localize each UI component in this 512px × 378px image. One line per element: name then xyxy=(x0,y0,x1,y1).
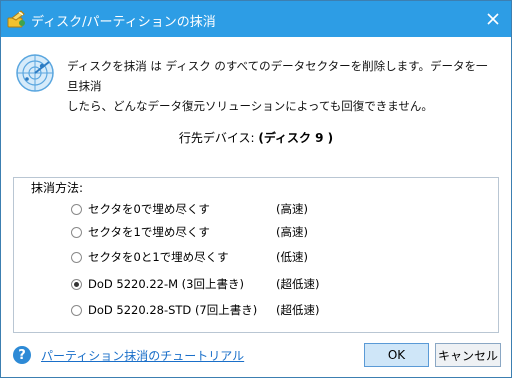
radio-button[interactable] xyxy=(71,251,82,263)
wipe-icon xyxy=(7,9,27,29)
option-speed: (高速) xyxy=(276,225,308,239)
title-bar[interactable]: ディスク/パーティションの抹消 xyxy=(1,1,511,37)
wipe-option-dod-5220-22-m[interactable]: DoD 5220.22-M (3回上書き) (超低速) xyxy=(71,275,319,293)
wipe-option-fill-0-and-1[interactable]: セクタを0と1で埋め尽くす (低速) xyxy=(71,248,308,266)
option-label: DoD 5220.28-STD (7回上書き) xyxy=(88,303,258,317)
cancel-button[interactable]: キャンセル xyxy=(435,343,501,367)
tutorial-link[interactable]: パーティション抹消のチュートリアル xyxy=(41,347,244,364)
option-speed: (低速) xyxy=(276,250,308,264)
wipe-option-dod-5220-28-std[interactable]: DoD 5220.28-STD (7回上書き) (超低速) xyxy=(71,301,319,319)
radio-button[interactable] xyxy=(71,203,82,215)
wipe-method-legend: 抹消方法: xyxy=(28,179,87,196)
target-device: 行先デバイス: (ディスク 9 ) xyxy=(1,129,511,146)
radio-button[interactable] xyxy=(71,304,82,316)
window-title: ディスク/パーティションの抹消 xyxy=(31,15,216,30)
close-button[interactable] xyxy=(475,1,511,37)
option-label: DoD 5220.22-M (3回上書き) xyxy=(88,277,244,291)
ok-button[interactable]: OK xyxy=(364,343,429,367)
disk-radar-icon xyxy=(15,53,55,93)
radio-button-selected[interactable] xyxy=(71,278,82,290)
option-label: セクタを0で埋め尽くす xyxy=(88,202,210,216)
option-speed: (高速) xyxy=(276,202,308,216)
description-line-2: したら、どんなデータ復元ソリューションによっても回復できません。 xyxy=(67,99,433,113)
wipe-option-fill-1[interactable]: セクタを1で埋め尽くす (高速) xyxy=(71,223,308,241)
option-speed: (超低速) xyxy=(276,303,320,317)
wipe-dialog: ディスク/パーティションの抹消 ディスクを抹消 は ディスク のすべてのデータセ… xyxy=(0,0,512,378)
option-speed: (超低速) xyxy=(276,277,320,291)
description-line-1: ディスクを抹消 は ディスク のすべてのデータセクターを削除します。データを一旦… xyxy=(67,59,488,93)
target-device-value: (ディスク 9 ) xyxy=(258,131,334,145)
description: ディスクを抹消 は ディスク のすべてのデータセクターを削除します。データを一旦… xyxy=(67,56,497,116)
target-device-label: 行先デバイス: xyxy=(178,131,255,145)
option-label: セクタを1で埋め尽くす xyxy=(88,225,210,239)
help-icon[interactable]: ? xyxy=(13,346,31,364)
radio-button[interactable] xyxy=(71,226,82,238)
close-icon xyxy=(487,13,499,25)
wipe-option-fill-0[interactable]: セクタを0で埋め尽くす (高速) xyxy=(71,200,308,218)
option-label: セクタを0と1で埋め尽くす xyxy=(88,250,229,264)
